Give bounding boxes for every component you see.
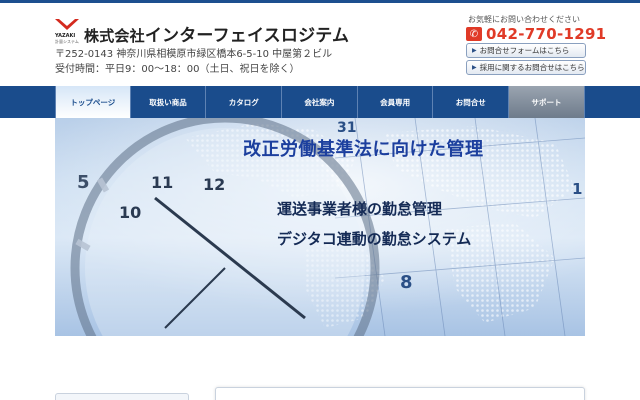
arrow-right-icon: ▶ xyxy=(472,64,477,71)
contact-form-label: お問合せフォームはこちら xyxy=(479,46,570,55)
nav-item-contact[interactable]: お問合せ xyxy=(433,86,510,118)
site-header: YAZAKI 計量システム 株式会社インターフェイスロジテム 〒252-0143… xyxy=(0,3,640,86)
clock-number: 11 xyxy=(151,173,173,192)
recruit-inquiry-label: 採用に関するお問合せはこちら xyxy=(479,63,585,72)
nav-item-catalog[interactable]: カタログ xyxy=(206,86,283,118)
hero-banner[interactable]: 5 10 11 12 31 1 8 改正労働基準法に向けた管理 運送事業者様の勤… xyxy=(55,118,585,336)
arrow-right-icon: ▶ xyxy=(472,47,477,54)
phone-number: 042-770-1291 xyxy=(486,25,607,43)
clock-number: 5 xyxy=(77,172,90,193)
recruit-inquiry-button[interactable]: ▶ 採用に関するお問合せはこちら xyxy=(466,60,586,75)
hero-title: 改正労働基準法に向けた管理 xyxy=(243,139,484,160)
hero-line-1: 運送事業者様の勤怠管理 xyxy=(277,200,443,218)
company-main-name: インターフェイスロジテム xyxy=(144,26,350,46)
main-nav: トップページ 取扱い商品 カタログ 会社案内 会員専用 お問合せ サポート xyxy=(0,86,640,118)
phone-icon: ✆ xyxy=(466,27,482,41)
clock-number: 1 xyxy=(572,180,582,198)
sidebar-box xyxy=(55,393,189,400)
yazaki-logo-icon xyxy=(55,19,79,30)
hero-line-2: デジタコ連動の勤怠システム xyxy=(277,230,472,248)
business-hours: 受付時間：平日9：00〜18：00（土日、祝日を除く） xyxy=(55,64,300,75)
nav-item-members[interactable]: 会員専用 xyxy=(358,86,434,118)
nav-item-products[interactable]: 取扱い商品 xyxy=(131,86,207,118)
company-address: 〒252-0143 神奈川県相模原市緑区橋本6-5-10 中屋第２ビル xyxy=(55,49,333,60)
nav-item-top[interactable]: トップページ xyxy=(55,86,131,118)
company-prefix: 株式会社 xyxy=(84,27,145,45)
company-name[interactable]: 株式会社インターフェイスロジテム xyxy=(84,21,349,46)
clock-number: 12 xyxy=(203,175,225,194)
nav-item-company[interactable]: 会社案内 xyxy=(282,86,358,118)
clock-number: 8 xyxy=(400,272,413,293)
clock-number: 10 xyxy=(119,203,141,222)
content-box xyxy=(215,387,585,400)
phone-block[interactable]: ✆ 042-770-1291 xyxy=(466,25,606,43)
contact-note: お気軽にお問い合わせください xyxy=(468,15,580,24)
contact-form-button[interactable]: ▶ お問合せフォームはこちら xyxy=(466,43,586,58)
nav-item-support[interactable]: サポート xyxy=(509,86,585,118)
clock-number: 31 xyxy=(337,120,356,136)
